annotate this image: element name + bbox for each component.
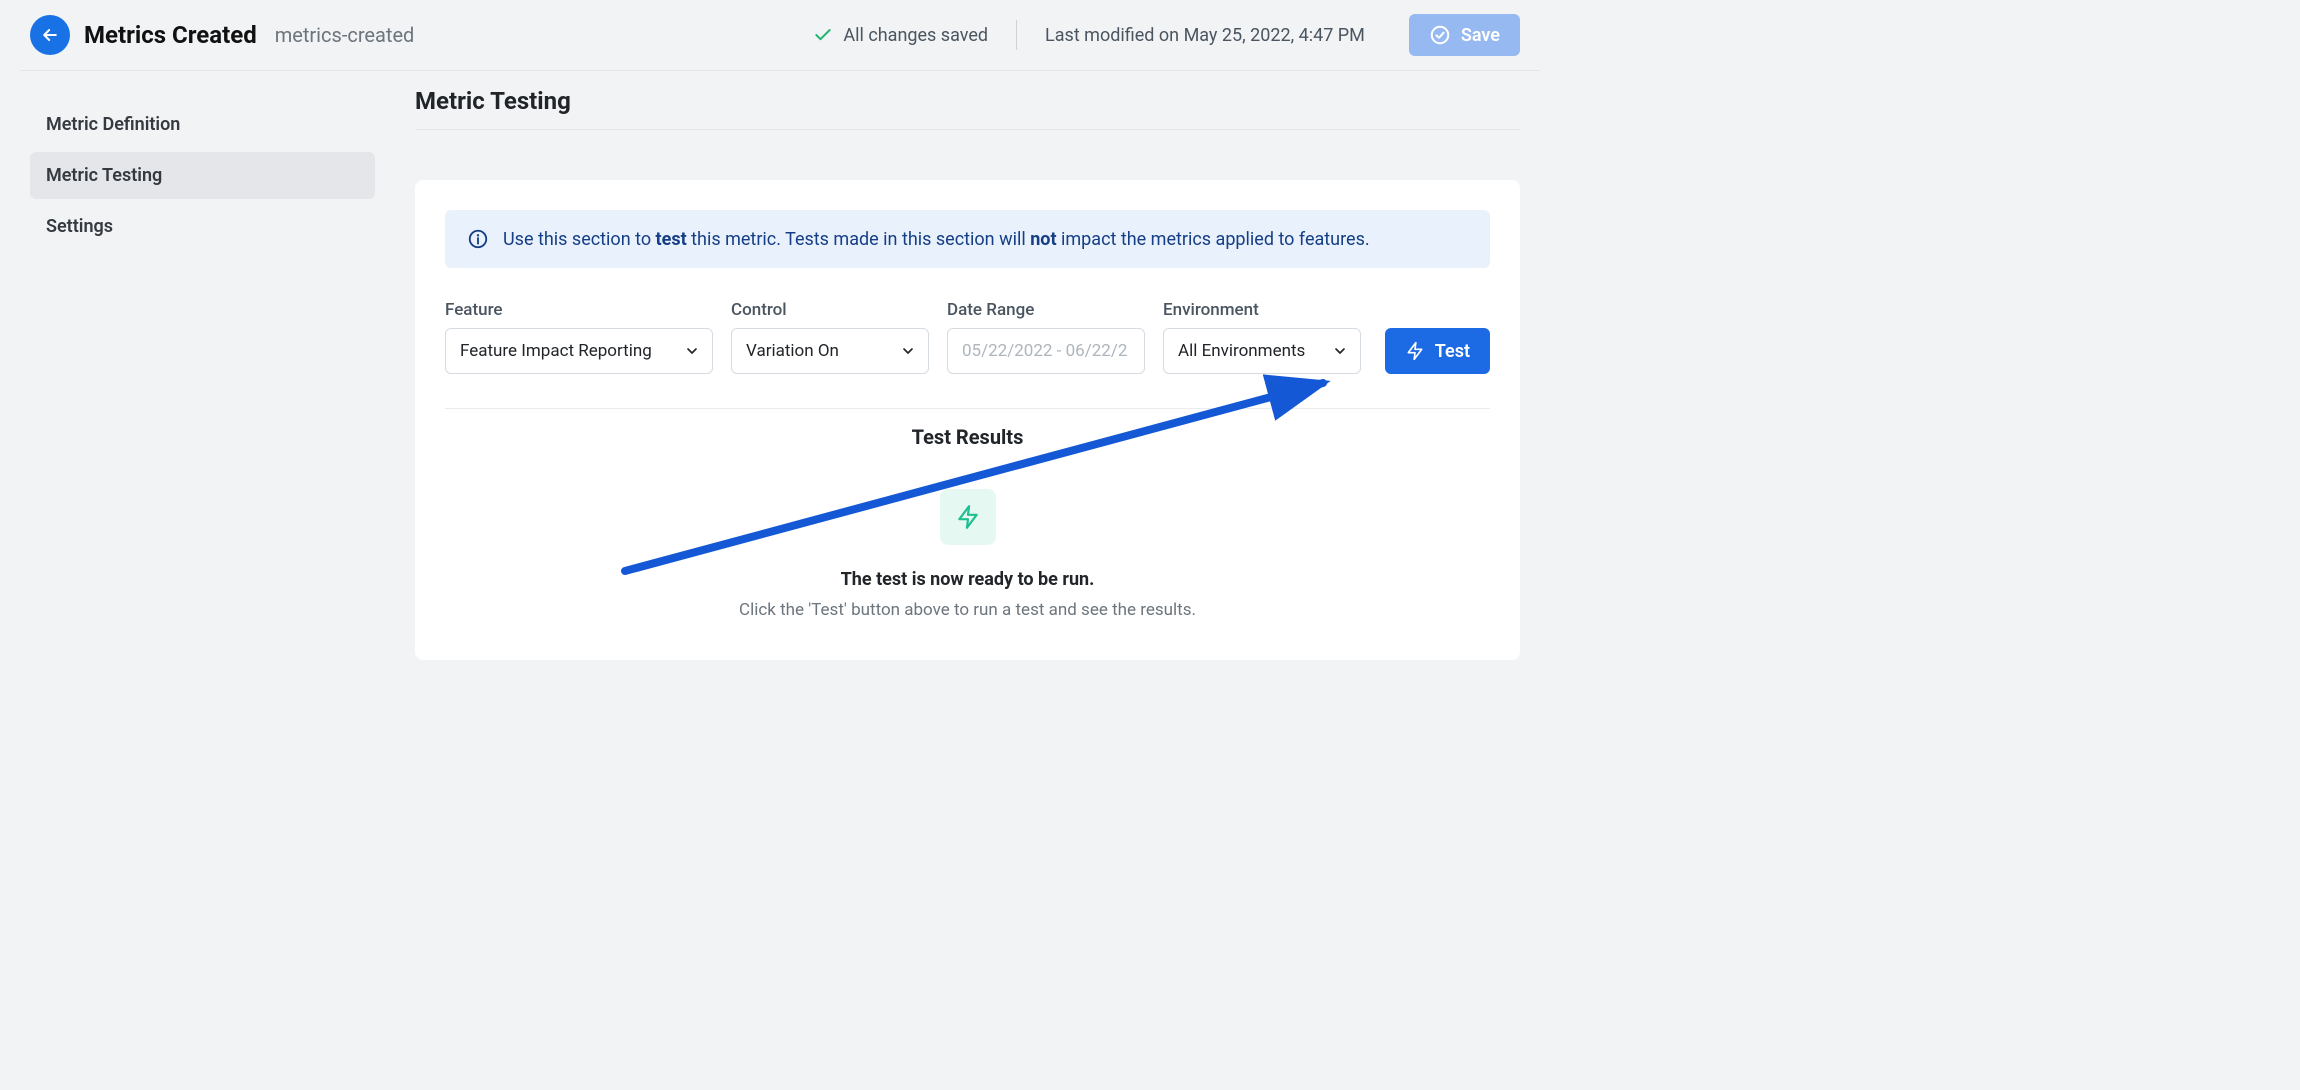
results-heading: Test Results [445, 408, 1490, 449]
info-text: Use this section to test this metric. Te… [503, 229, 1370, 250]
info-banner: Use this section to test this metric. Te… [445, 210, 1490, 268]
feature-select-value: Feature Impact Reporting [460, 341, 652, 361]
control-label: Control [731, 300, 929, 320]
save-status-text: All changes saved [843, 25, 988, 46]
chevron-down-icon [900, 343, 916, 359]
save-status: All changes saved [813, 25, 988, 46]
sidebar: Metric Definition Metric Testing Setting… [0, 71, 375, 254]
environment-select[interactable]: All Environments [1163, 328, 1361, 374]
divider [1016, 20, 1017, 50]
sidebar-item-label: Metric Testing [46, 165, 162, 186]
sidebar-item-settings[interactable]: Settings [30, 203, 375, 250]
page-title: Metrics Created [84, 21, 257, 49]
date-range-input[interactable]: 05/22/2022 - 06/22/2 [947, 328, 1145, 374]
date-range-label: Date Range [947, 300, 1145, 320]
feature-label: Feature [445, 300, 713, 320]
bolt-icon [955, 504, 981, 530]
bolt-icon [1405, 341, 1425, 361]
results-empty-title: The test is now ready to be run. [841, 569, 1095, 590]
save-button[interactable]: Save [1409, 14, 1520, 56]
control-select[interactable]: Variation On [731, 328, 929, 374]
section-title: Metric Testing [415, 71, 1520, 130]
check-icon [813, 25, 833, 45]
chevron-down-icon [684, 343, 700, 359]
sidebar-item-label: Settings [46, 216, 113, 237]
results-empty-subtitle: Click the 'Test' button above to run a t… [739, 600, 1196, 620]
bolt-icon-box [940, 489, 996, 545]
test-button-label: Test [1435, 341, 1470, 362]
save-button-label: Save [1461, 25, 1500, 46]
arrow-left-icon [40, 25, 60, 45]
date-range-value: 05/22/2022 - 06/22/2 [962, 341, 1127, 361]
page-slug: metrics-created [275, 23, 415, 47]
check-circle-icon [1429, 24, 1451, 46]
back-button[interactable] [30, 15, 70, 55]
test-button[interactable]: Test [1385, 328, 1490, 374]
control-select-value: Variation On [746, 341, 839, 361]
chevron-down-icon [1332, 343, 1348, 359]
last-modified: Last modified on May 25, 2022, 4:47 PM [1045, 25, 1365, 46]
sidebar-item-metric-testing[interactable]: Metric Testing [30, 152, 375, 199]
feature-select[interactable]: Feature Impact Reporting [445, 328, 713, 374]
card: Use this section to test this metric. Te… [415, 180, 1520, 660]
sidebar-item-label: Metric Definition [46, 114, 180, 135]
info-icon [467, 228, 489, 250]
environment-label: Environment [1163, 300, 1361, 320]
results-empty-state: The test is now ready to be run. Click t… [445, 489, 1490, 630]
environment-select-value: All Environments [1178, 341, 1305, 361]
sidebar-item-metric-definition[interactable]: Metric Definition [30, 101, 375, 148]
